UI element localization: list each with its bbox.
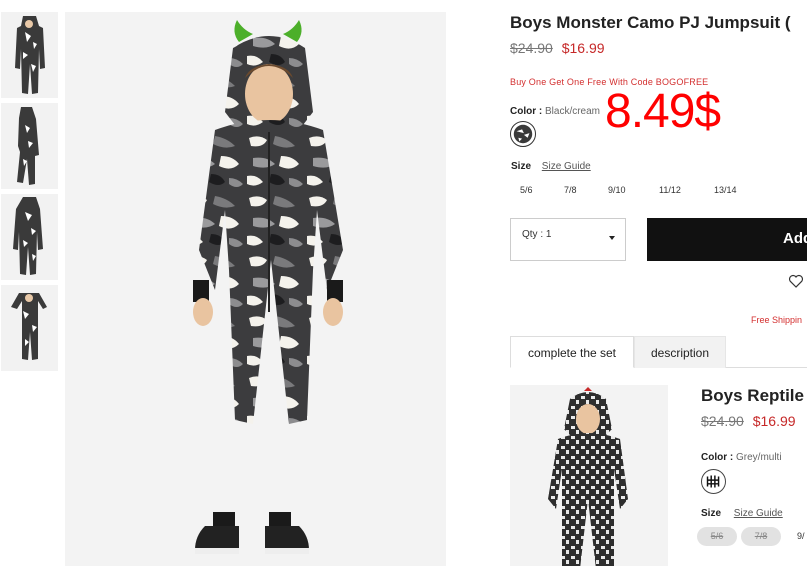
thumbnail-image-side <box>1 103 58 189</box>
original-price: $24.90 <box>510 40 553 56</box>
scale-swatch-icon <box>705 473 722 490</box>
size-row: Size Size Guide <box>511 161 591 172</box>
related-size-guide-link[interactable]: Size Guide <box>734 508 783 519</box>
thumbnail-1[interactable] <box>1 12 58 98</box>
quantity-label: Qty : 1 <box>522 229 552 240</box>
sale-price: $16.99 <box>561 40 605 56</box>
main-product-image[interactable] <box>65 12 446 566</box>
thumbnail-image-front <box>1 12 58 98</box>
size-guide-link[interactable]: Size Guide <box>542 161 591 172</box>
thumbnail-image-back <box>1 194 58 280</box>
related-sale-price: $16.99 <box>752 413 796 429</box>
thumbnail-2[interactable] <box>1 103 58 189</box>
color-value: Black/cream <box>545 106 601 117</box>
tab-description[interactable]: description <box>634 336 726 368</box>
size-label: Size <box>511 161 532 172</box>
thumbnail-3[interactable] <box>1 194 58 280</box>
add-button-label: Add <box>783 230 807 247</box>
related-product-photo <box>510 385 668 566</box>
related-product-title[interactable]: Boys Reptile <box>701 386 804 406</box>
chevron-down-icon <box>609 236 615 240</box>
related-color-row: Color : Grey/multi <box>701 452 782 463</box>
related-price-row: $24.90 $16.99 <box>701 413 796 429</box>
size-option-11-12[interactable]: 11/12 <box>659 185 681 195</box>
color-label: Color : <box>510 106 543 117</box>
heart-icon[interactable] <box>788 273 804 289</box>
related-original-price: $24.90 <box>701 413 744 429</box>
free-shipping-note: Free Shippin <box>751 315 803 325</box>
product-photo <box>65 12 446 566</box>
related-size-option-9[interactable]: 9/ <box>797 531 805 541</box>
related-size-row: Size Size Guide <box>701 508 783 519</box>
thumbnail-image-hood-up <box>1 285 58 371</box>
size-option-7-8[interactable]: 7/8 <box>564 185 577 195</box>
price-row: $24.90 $16.99 <box>510 40 605 56</box>
size-option-13-14[interactable]: 13/14 <box>714 185 737 195</box>
related-size-label: Size <box>701 508 722 519</box>
size-option-9-10[interactable]: 9/10 <box>608 185 626 195</box>
product-title: Boys Monster Camo PJ Jumpsuit ( <box>510 13 791 32</box>
related-size-option-7-8[interactable]: 7/8 <box>741 527 781 546</box>
overlay-price-annotation: 8.49$ <box>605 85 721 138</box>
related-product-image[interactable] <box>510 385 668 566</box>
related-color-value: Grey/multi <box>736 452 782 463</box>
color-row: Color : Black/cream <box>510 106 600 117</box>
size-option-5-6[interactable]: 5/6 <box>520 185 533 195</box>
add-to-bag-button[interactable]: Add <box>647 218 807 261</box>
thumbnail-4[interactable] <box>1 285 58 371</box>
tab-complete-the-set[interactable]: complete the set <box>510 336 634 368</box>
related-color-swatch-grey-multi[interactable] <box>701 469 726 494</box>
related-size-option-5-6[interactable]: 5/6 <box>697 527 737 546</box>
quantity-select[interactable]: Qty : 1 <box>510 218 626 261</box>
size-options: 5/6 7/8 9/10 11/12 13/14 <box>510 185 770 199</box>
related-color-label: Color : <box>701 452 734 463</box>
camo-swatch-icon <box>513 124 533 144</box>
color-swatch-black-cream[interactable] <box>510 121 536 147</box>
